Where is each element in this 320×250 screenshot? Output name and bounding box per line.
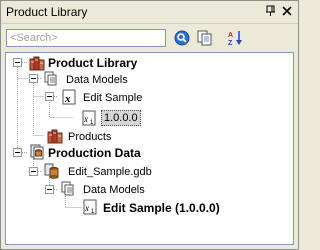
pin-icon[interactable] — [264, 4, 278, 18]
svg-text:A: A — [228, 32, 233, 39]
collapse-toggle[interactable] — [13, 58, 22, 67]
collapse-toggle[interactable] — [29, 167, 38, 176]
svg-text:x: x — [84, 203, 89, 213]
products-icon — [47, 129, 63, 144]
geodatabase-icon — [44, 163, 59, 179]
search-icon — [174, 30, 190, 46]
sort-button[interactable]: A Z — [226, 28, 246, 48]
collapse-toggle[interactable] — [45, 92, 54, 101]
collapse-toggle[interactable] — [45, 185, 54, 194]
search-input[interactable] — [7, 30, 164, 46]
title-bar: Product Library — [1, 1, 298, 24]
product-library-icon — [29, 56, 45, 71]
data-models-icon — [44, 71, 57, 86]
tree-node-edit-sample-version[interactable]: Edit Sample (1.0.0.0) — [103, 200, 220, 216]
tree-node-data-models[interactable]: Data Models — [66, 72, 128, 88]
tree-node-production-data[interactable]: Production Data — [48, 145, 141, 161]
tree-node-data-models-gdb[interactable]: Data Models — [83, 182, 145, 198]
production-data-icon — [30, 144, 44, 160]
copy-button[interactable] — [195, 28, 215, 48]
window-title: Product Library — [6, 5, 88, 19]
search-box — [6, 29, 166, 47]
version-document-icon: x 1 — [82, 110, 96, 126]
copy-icon — [197, 30, 212, 46]
svg-text:x: x — [83, 114, 88, 124]
data-models-icon — [61, 181, 74, 196]
search-button[interactable] — [172, 28, 192, 48]
tree-panel: Product Library Data Models x Edit Sampl… — [5, 52, 294, 245]
tree-node-edit-sample[interactable]: Edit Sample — [83, 90, 142, 106]
tree-node-product-library[interactable]: Product Library — [48, 55, 137, 71]
tree-node-gdb[interactable]: Edit_Sample.gdb — [68, 164, 152, 180]
version-document-icon: x 1 — [83, 199, 97, 215]
tree-node-version[interactable]: 1.0.0.0 — [101, 110, 141, 126]
collapse-toggle[interactable] — [29, 74, 38, 83]
collapse-toggle[interactable] — [13, 148, 22, 157]
svg-text:Z: Z — [228, 40, 233, 47]
xml-document-icon: x — [62, 89, 76, 105]
close-icon[interactable] — [280, 4, 294, 18]
tree-node-products[interactable]: Products — [68, 129, 111, 145]
product-library-window: Product Library <Search> A Z Product Lib… — [0, 0, 299, 250]
sort-az-icon: A Z — [228, 31, 242, 47]
svg-text:x: x — [64, 93, 71, 105]
